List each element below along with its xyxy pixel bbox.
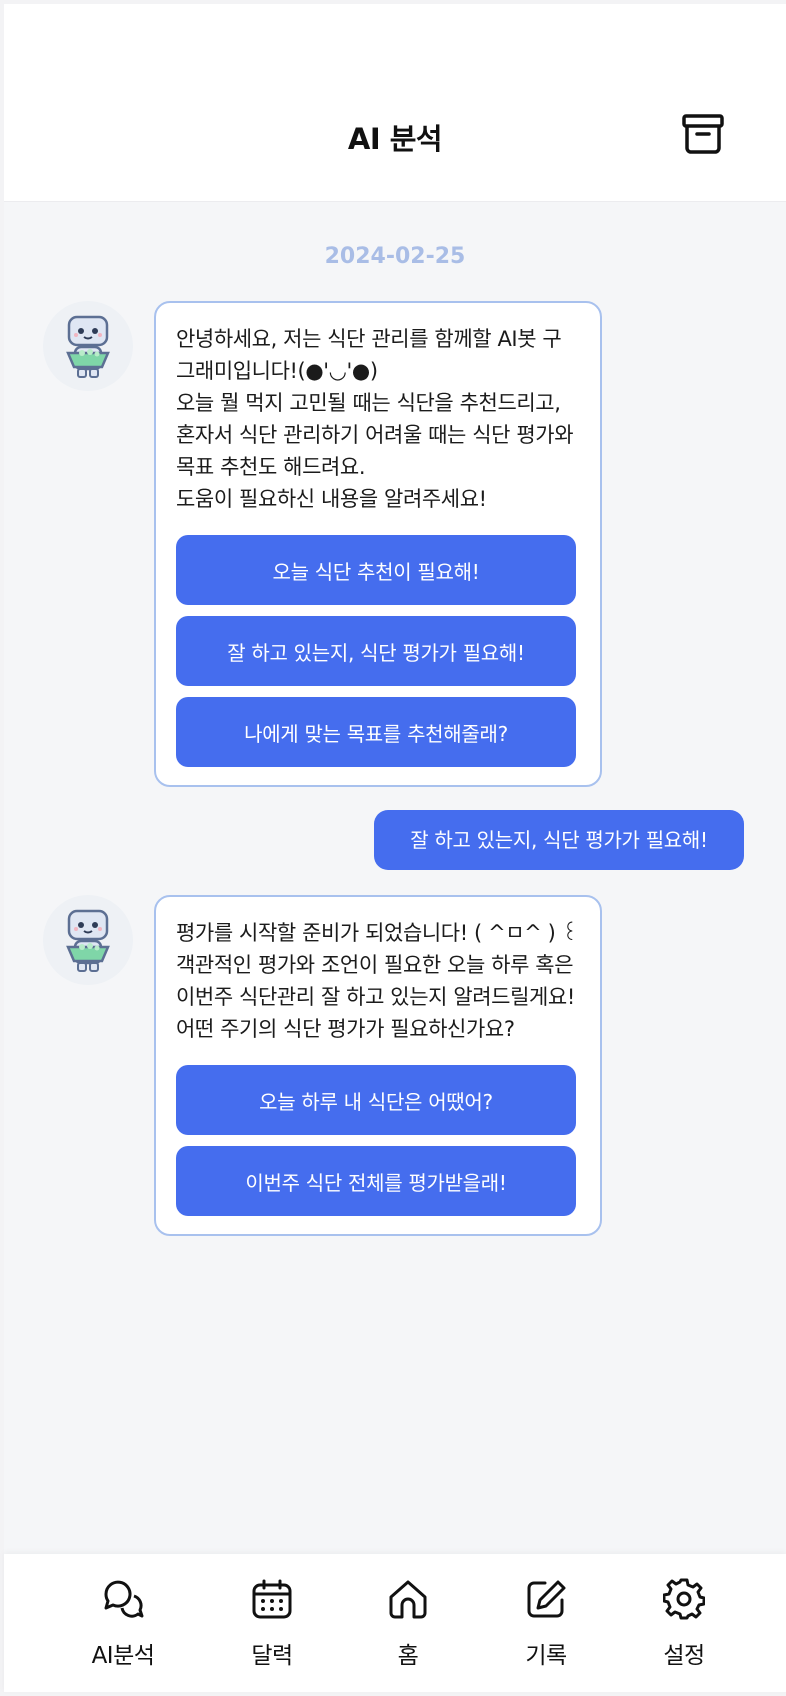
tab-ai-analysis[interactable]: AI분석 [63, 1554, 183, 1692]
tab-label: AI분석 [91, 1643, 155, 1669]
bottom-tab-bar: AI분석 달력 홈 기록 설정 [4, 1554, 786, 1692]
bot-message: 안녕하세요, 저는 식단 관리를 함께할 AI봇 구 그래미입니다!(●'◡'●… [154, 301, 602, 787]
bot-avatar [43, 301, 133, 391]
archive-box-icon[interactable] [680, 112, 726, 156]
bot-message-text: 평가를 시작할 준비가 되었습니다! ( ^ㅁ^ ) ꒰ 객관적인 평가와 조언… [176, 921, 578, 1041]
tab-label: 홈 [397, 1643, 419, 1669]
option-buttons: 오늘 하루 내 식단은 어땠어? 이번주 식단 전체를 평가받을래! [176, 1065, 580, 1216]
app-screen: AI 분석 2024-02-25 안녕하세요, 저는 식단 관리를 함께할 AI… [4, 4, 786, 1692]
option-goal-recommend-button[interactable]: 나에게 맞는 목표를 추천해줄래? [176, 697, 576, 767]
robot-icon [66, 909, 110, 972]
user-message: 잘 하고 있는지, 식단 평가가 필요해! [374, 810, 744, 870]
tab-label: 달력 [251, 1643, 293, 1669]
option-today-evaluation-button[interactable]: 오늘 하루 내 식단은 어땠어? [176, 1065, 576, 1135]
gear-icon [663, 1578, 705, 1620]
header: AI 분석 [4, 4, 786, 202]
option-diet-evaluation-button[interactable]: 잘 하고 있는지, 식단 평가가 필요해! [176, 616, 576, 686]
option-buttons: 오늘 식단 추천이 필요해! 잘 하고 있는지, 식단 평가가 필요해! 나에게… [176, 535, 580, 767]
home-icon [389, 1580, 427, 1619]
tab-label: 설정 [663, 1643, 705, 1669]
tab-label: 기록 [525, 1643, 567, 1669]
bot-message: 평가를 시작할 준비가 되었습니다! ( ^ㅁ^ ) ꒰ 객관적인 평가와 조언… [154, 895, 602, 1236]
bot-avatar [43, 895, 133, 985]
chat-date: 2024-02-25 [324, 244, 466, 269]
page-title: AI 분석 [347, 122, 443, 156]
option-today-recommend-button[interactable]: 오늘 식단 추천이 필요해! [176, 535, 576, 605]
tab-settings[interactable]: 설정 [624, 1554, 744, 1692]
tab-home[interactable]: 홈 [348, 1554, 468, 1692]
tab-calendar[interactable]: 달력 [212, 1554, 332, 1692]
edit-icon [527, 1580, 566, 1618]
tab-record[interactable]: 기록 [486, 1554, 606, 1692]
chat-bubbles-icon [104, 1580, 144, 1618]
option-week-evaluation-button[interactable]: 이번주 식단 전체를 평가받을래! [176, 1146, 576, 1216]
chat-area[interactable]: 2024-02-25 안녕하세요, 저는 식단 관리를 함께할 AI봇 구 그래… [4, 202, 786, 1554]
bot-message-text: 안녕하세요, 저는 식단 관리를 함께할 AI봇 구 그래미입니다!(●'◡'●… [176, 327, 574, 511]
calendar-icon [252, 1579, 292, 1619]
robot-icon [66, 315, 110, 378]
